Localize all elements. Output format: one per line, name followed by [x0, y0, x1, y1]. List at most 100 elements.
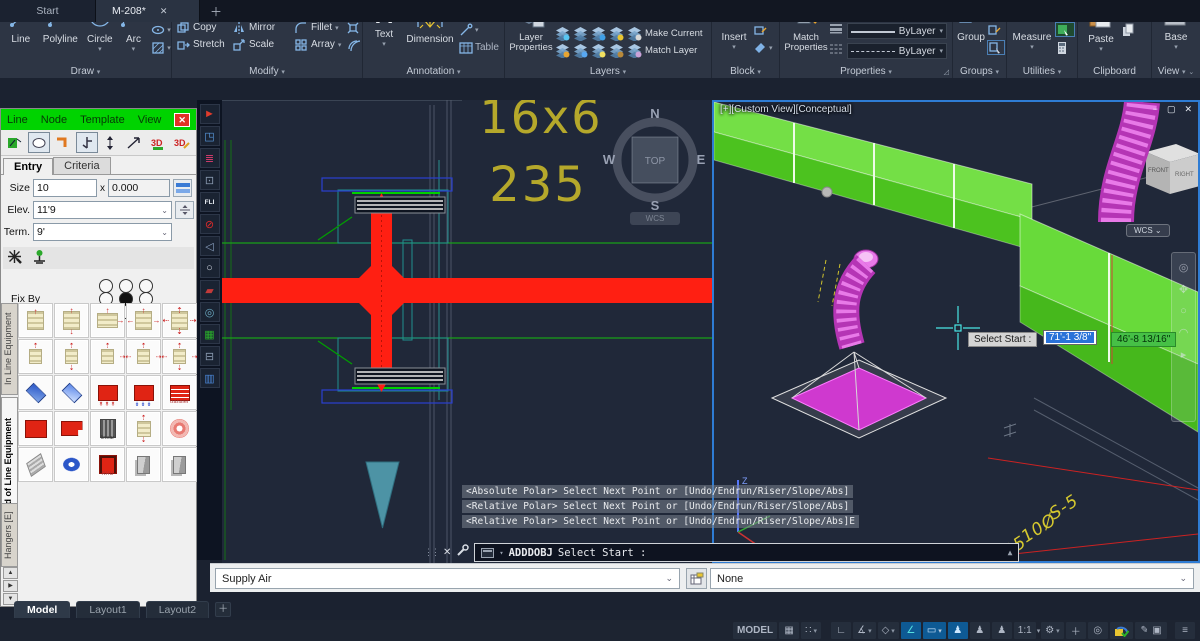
compass-north[interactable]: N [650, 106, 659, 121]
size-table-button[interactable] [173, 179, 192, 197]
menu-line[interactable]: Line [7, 114, 28, 126]
showmotion-icon[interactable]: ▸ [1181, 348, 1187, 361]
viewport-controls-label[interactable]: [+][Custom View][Conceptual] [720, 104, 852, 115]
layer-off-icon[interactable] [555, 43, 570, 58]
size-input[interactable]: 10 [33, 179, 97, 197]
match-layer-button[interactable]: Match Layer [645, 45, 697, 56]
quick-calc-button[interactable] [1055, 40, 1075, 55]
zoom-icon[interactable]: ○ [1180, 305, 1187, 317]
snap-mode-toggle[interactable]: ∷▾ [801, 622, 821, 639]
3d-edit-icon[interactable]: 3D [171, 132, 193, 153]
drag-handle-icon[interactable]: ⋮⋮ [424, 547, 438, 558]
stretch-button[interactable]: Stretch [172, 36, 228, 53]
wcs-dropdown[interactable]: WCS ⌄ [1126, 224, 1170, 237]
routing-options-button[interactable] [686, 568, 707, 589]
linetype-dropdown[interactable]: ByLayer▾ [847, 43, 947, 59]
connect-node-icon[interactable] [32, 249, 47, 267]
chevron-down-icon[interactable]: ▾ [1030, 43, 1034, 51]
tab-m208[interactable]: M-208*✕ [96, 0, 200, 22]
terminal-dropdown[interactable]: 9'⌄ [33, 223, 172, 241]
edit-block-button[interactable] [753, 22, 777, 37]
layer-freeze2-icon[interactable] [591, 26, 606, 41]
equipment-transfer-grille[interactable]: transfer [162, 375, 197, 410]
disable-icon[interactable]: ⊘ [200, 214, 220, 234]
equipment-silencer-2way[interactable]: ↑↓ [54, 303, 89, 338]
table-button[interactable]: Table [459, 40, 503, 55]
equipment-vav-side[interactable]: ⇢⇡ [90, 339, 125, 374]
polar-tracking-toggle[interactable]: ∡▾ [853, 622, 875, 639]
groups-panel-label[interactable]: Groups ▾ [953, 66, 1006, 77]
menu-template[interactable]: Template [80, 114, 125, 126]
round-duct-icon[interactable] [28, 132, 50, 153]
view-compass[interactable]: N W E S TOP WCS [603, 106, 706, 225]
viewport-restore-icon[interactable]: ▢ [1167, 104, 1176, 115]
draw-duct-icon[interactable] [4, 132, 26, 153]
modify-panel-label[interactable]: Modify ▾ [172, 66, 362, 77]
tab-start[interactable]: Start [0, 0, 96, 22]
chevron-down-icon[interactable]: ▾ [382, 40, 386, 48]
layer-lock2-icon[interactable] [609, 26, 624, 41]
copy-clip-button[interactable] [1121, 22, 1141, 37]
viewport-close-icon[interactable]: ✕ [1184, 104, 1192, 115]
dynamic-input-toggle[interactable]: ▭▾ [923, 622, 946, 639]
equipment-inline-fan[interactable] [54, 447, 89, 482]
fli-tool-icon[interactable]: FLI [200, 192, 220, 212]
offset-button[interactable] [342, 36, 360, 53]
select-all-button[interactable] [1055, 22, 1075, 37]
snap-settings-icon[interactable] [7, 249, 22, 267]
viewcube[interactable]: FRONT RIGHT [1146, 144, 1198, 194]
clean-screen-toggle[interactable]: ▣ [1147, 622, 1167, 639]
hatch-tool-button[interactable]: ▾ [151, 40, 171, 55]
pan-icon[interactable]: ✥ [1179, 283, 1188, 296]
elevation-spinner[interactable] [175, 201, 194, 219]
viewcube-right-face[interactable]: RIGHT [1175, 172, 1194, 178]
equipment-grille-panel[interactable] [18, 447, 53, 482]
autodesk-3d-status-icon[interactable] [1110, 622, 1133, 639]
leader-button[interactable]: ▾ [459, 22, 503, 37]
chevron-down-icon[interactable]: ▾ [1099, 45, 1103, 53]
customization-menu-icon[interactable]: ≡ [1175, 622, 1195, 639]
chevron-down-icon[interactable]: ▾ [499, 549, 503, 557]
recent-commands-icon[interactable] [481, 548, 494, 558]
dynamic-input-y[interactable]: 46'-8 13/16" [1111, 332, 1176, 347]
zoom-document-icon[interactable]: ◳ [200, 126, 220, 146]
equipment-cabinet[interactable] [126, 447, 161, 482]
equipment-round-diffuser[interactable] [162, 411, 197, 446]
new-layout-button[interactable]: ＋ [215, 602, 231, 617]
menu-node[interactable]: Node [41, 114, 67, 126]
riser-icon[interactable] [76, 132, 98, 153]
group-edit-button[interactable] [987, 22, 1005, 37]
compass-east[interactable]: E [697, 152, 706, 167]
slope-pointer-icon[interactable] [123, 132, 145, 153]
properties-panel-label[interactable]: Properties ▾◿ [780, 66, 952, 77]
dynamic-input-x[interactable]: 71'-1 3/8" [1043, 330, 1097, 345]
tab-layout2[interactable]: Layout2 [146, 601, 209, 618]
equipment-vav-updown[interactable]: ⇡⇣ [54, 339, 89, 374]
group-tab-hangers[interactable]: Hangers [E] [1, 503, 18, 567]
chevron-down-icon[interactable]: ▾ [132, 45, 136, 53]
menu-view[interactable]: View [138, 114, 162, 126]
equipment-coil-4way[interactable]: ⇠⇢⇡⇣ [162, 303, 197, 338]
palette-close-icon[interactable]: ✕ [174, 113, 190, 127]
crosshair-toggle[interactable]: ＋ [1066, 622, 1086, 639]
annotation-scale-icon[interactable]: ♟ [992, 622, 1012, 639]
tab-model[interactable]: Model [14, 601, 70, 618]
equipment-hood-supply[interactable]: ↟↟↟ [90, 375, 125, 410]
equipment-silencer[interactable]: ↑ [18, 303, 53, 338]
zoom-circle-icon[interactable]: ○ [200, 258, 220, 278]
chevron-down-icon[interactable]: ▾ [1174, 43, 1178, 51]
draw-panel-label[interactable]: Draw ▾ [0, 66, 171, 77]
scroll-right-button[interactable]: ▶ [3, 580, 18, 592]
elevation-arrows-icon[interactable] [100, 132, 122, 153]
expand-history-icon[interactable]: ▲ [1008, 548, 1013, 557]
monitor-icon[interactable]: ⊟ [200, 346, 220, 366]
block-panel-label[interactable]: Block ▾ [712, 66, 779, 77]
lineweight-dropdown[interactable]: ByLayer▾ [847, 23, 947, 39]
new-tab-button[interactable]: ＋ [200, 0, 232, 22]
layer-walk-icon[interactable] [573, 43, 588, 58]
viewcube-front-face[interactable]: FRONT [1148, 168, 1169, 174]
command-input[interactable]: ▾ ADDDOBJ Select Start : ▲ [474, 543, 1019, 562]
equipment-vav-up[interactable]: ⇡ [18, 339, 53, 374]
ellipse-tool-button[interactable]: ▾ [151, 22, 171, 37]
schedule-chart-icon[interactable]: ▥ [200, 368, 220, 388]
